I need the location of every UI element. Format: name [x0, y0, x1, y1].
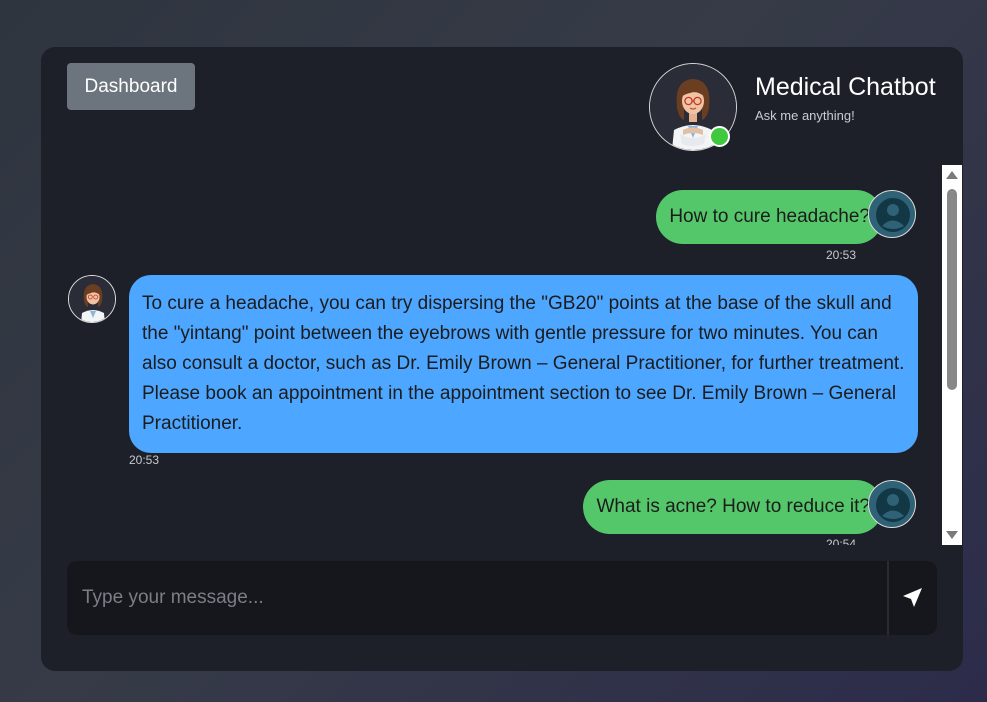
user-avatar — [868, 190, 916, 238]
message-input[interactable] — [67, 561, 887, 635]
message-text: How to cure headache? — [669, 206, 870, 227]
bot-avatar — [68, 275, 116, 323]
dashboard-button[interactable]: Dashboard — [67, 63, 195, 110]
message-timestamp: 20:53 — [826, 248, 857, 262]
message-timestamp: 20:53 — [129, 453, 160, 467]
message-timestamp: 20:54 — [826, 537, 857, 545]
doctor-avatar-icon — [69, 276, 115, 322]
send-icon — [903, 588, 922, 607]
scroll-down-arrow-icon[interactable] — [946, 531, 958, 539]
message-list[interactable]: How to cure headache? 20:53 To cure a he… — [41, 165, 941, 545]
message-text: What is acne? How to reduce it? — [596, 496, 870, 517]
message-composer — [67, 561, 937, 635]
chat-subtitle: Ask me anything! — [755, 108, 855, 123]
bot-message-bubble: To cure a headache, you can try dispersi… — [129, 275, 918, 453]
scroll-up-arrow-icon[interactable] — [946, 171, 958, 179]
online-status-indicator — [709, 126, 730, 147]
user-silhouette-icon — [876, 198, 910, 232]
chat-window: Dashboard Medical Chatbot Ask me anythin… — [41, 47, 963, 671]
user-message-bubble: How to cure headache? — [656, 190, 883, 244]
message-text: To cure a headache, you can try dispersi… — [142, 293, 905, 434]
user-silhouette-icon — [876, 488, 910, 522]
message-scrollbar[interactable] — [942, 165, 962, 545]
scroll-thumb[interactable] — [947, 189, 957, 390]
send-button[interactable] — [889, 561, 937, 635]
user-message-bubble: What is acne? How to reduce it? — [583, 480, 883, 534]
chat-title: Medical Chatbot — [755, 73, 936, 101]
user-avatar — [868, 480, 916, 528]
